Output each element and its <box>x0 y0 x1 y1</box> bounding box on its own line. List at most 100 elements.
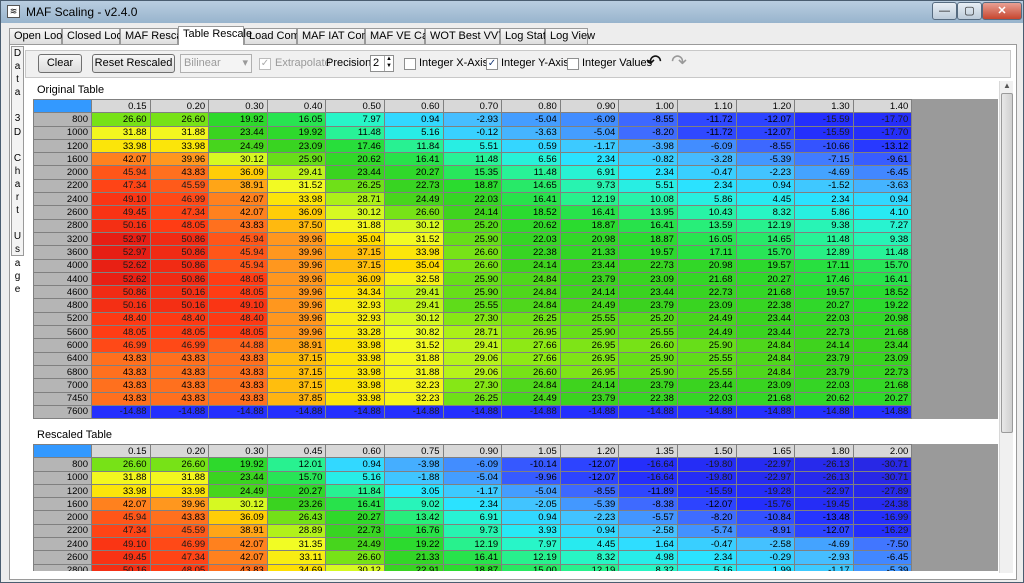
column-header[interactable]: 1.20 <box>559 443 620 459</box>
table-cell[interactable]: 26.60 <box>383 205 444 220</box>
table-cell[interactable]: 6.91 <box>559 165 620 180</box>
table-cell[interactable]: -10.14 <box>501 457 561 472</box>
table-cell[interactable]: 24.49 <box>383 192 444 207</box>
table-cell[interactable]: 22.73 <box>676 285 737 300</box>
table-cell[interactable]: 2.34 <box>676 550 737 565</box>
table-cell[interactable]: 9.02 <box>383 497 444 512</box>
table-cell[interactable]: 23.09 <box>266 138 327 154</box>
table-cell[interactable]: 22.03 <box>442 192 503 207</box>
tab-maf-ve-calc[interactable]: MAF VE Calc <box>365 28 436 44</box>
table-cell[interactable]: 26.25 <box>442 391 503 406</box>
table-cell[interactable]: 43.83 <box>208 218 268 233</box>
table-cell[interactable]: -12.07 <box>559 470 620 485</box>
table-cell[interactable]: 20.27 <box>325 510 385 525</box>
table-cell[interactable]: 24.84 <box>735 364 796 380</box>
table-cell[interactable]: 4.98 <box>618 550 678 565</box>
table-cell[interactable]: 24.14 <box>794 338 854 353</box>
column-header[interactable]: 0.30 <box>208 443 268 459</box>
table-cell[interactable]: 48.05 <box>208 271 268 287</box>
table-cell[interactable]: 17.46 <box>794 271 854 287</box>
table-cell[interactable]: 8.32 <box>559 550 620 565</box>
table-cell[interactable]: -30.71 <box>852 457 913 472</box>
redo-icon[interactable]: ↷ <box>671 53 687 73</box>
minimize-button[interactable]: — <box>932 2 957 20</box>
column-header[interactable]: 0.50 <box>325 98 385 114</box>
table-cell[interactable]: 24.14 <box>559 285 620 300</box>
row-header[interactable]: 2800 <box>33 563 92 571</box>
table-cell[interactable]: 32.23 <box>383 391 444 406</box>
table-cell[interactable]: 33.98 <box>325 378 385 393</box>
table-cell[interactable]: 46.99 <box>149 192 210 207</box>
table-cell[interactable]: -3.98 <box>383 457 444 472</box>
table-cell[interactable]: 43.83 <box>149 165 210 180</box>
table-cell[interactable]: 49.45 <box>91 205 151 220</box>
table-cell[interactable]: 26.95 <box>501 325 561 340</box>
row-header[interactable]: 2200 <box>33 523 92 539</box>
table-cell[interactable]: 23.44 <box>208 125 268 140</box>
row-header[interactable]: 5600 <box>33 325 92 340</box>
table-cell[interactable]: 26.60 <box>501 364 561 380</box>
table-cell[interactable]: 52.97 <box>91 245 151 260</box>
table-cell[interactable]: 12.19 <box>442 537 503 552</box>
table-cell[interactable]: 27.66 <box>501 338 561 353</box>
table-cell[interactable]: 25.55 <box>618 325 678 340</box>
table-cell[interactable]: -15.59 <box>794 112 854 127</box>
table-cell[interactable]: 52.62 <box>91 258 151 273</box>
table-cell[interactable]: 22.73 <box>618 258 678 273</box>
column-header[interactable]: 0.90 <box>442 443 503 459</box>
table-cell[interactable]: 43.83 <box>91 378 151 393</box>
table-cell[interactable]: -14.88 <box>149 404 210 420</box>
table-cell[interactable]: 43.83 <box>208 391 268 406</box>
table-cell[interactable]: 47.34 <box>149 205 210 220</box>
table-cell[interactable]: 48.05 <box>208 325 268 340</box>
table-cell[interactable]: -5.04 <box>501 112 561 127</box>
table-cell[interactable]: 8.32 <box>735 205 796 220</box>
table-cell[interactable]: -0.12 <box>442 125 503 140</box>
table-cell[interactable]: 43.83 <box>208 378 268 393</box>
table-cell[interactable]: -19.80 <box>676 457 737 472</box>
table-cell[interactable]: 23.09 <box>676 298 737 313</box>
table-cell[interactable]: -16.29 <box>852 523 913 539</box>
table-cell[interactable]: 20.62 <box>501 218 561 233</box>
table-cell[interactable]: -8.20 <box>618 125 678 140</box>
table-cell[interactable]: 26.95 <box>559 351 620 366</box>
table-cell[interactable]: 37.50 <box>266 218 327 233</box>
table-cell[interactable]: 24.49 <box>676 311 737 327</box>
table-cell[interactable]: 21.68 <box>735 391 796 406</box>
table-cell[interactable]: -10.84 <box>735 510 796 525</box>
table-cell[interactable]: 13.42 <box>383 510 444 525</box>
reset-rescaled-button[interactable]: Reset Rescaled <box>92 54 175 73</box>
tab-maf-rescale[interactable]: MAF Rescale <box>120 28 191 44</box>
table-cell[interactable]: 37.85 <box>266 391 327 406</box>
table-cell[interactable]: 17.11 <box>676 245 737 260</box>
table-cell[interactable]: 24.49 <box>325 537 385 552</box>
table-cell[interactable]: 10.43 <box>676 205 737 220</box>
table-cell[interactable]: 26.25 <box>501 311 561 327</box>
table-cell[interactable]: 24.84 <box>501 285 561 300</box>
scrollbar-thumb[interactable] <box>1001 93 1013 433</box>
table-cell[interactable]: 50.16 <box>91 218 151 233</box>
table-cell[interactable]: 20.27 <box>852 391 913 406</box>
row-header[interactable]: 6000 <box>33 338 92 353</box>
table-cell[interactable]: 22.73 <box>852 364 913 380</box>
table-cell[interactable]: 23.79 <box>559 391 620 406</box>
table-cell[interactable]: 39.96 <box>266 271 327 287</box>
table-cell[interactable]: 33.98 <box>325 338 385 353</box>
table-cell[interactable]: 33.98 <box>325 351 385 366</box>
table-cell[interactable]: 15.70 <box>852 258 913 273</box>
table-cell[interactable]: -14.88 <box>442 404 503 420</box>
table-cell[interactable]: 39.96 <box>149 152 210 167</box>
table-cell[interactable]: 28.71 <box>442 325 503 340</box>
column-header[interactable]: 0.15 <box>91 443 151 459</box>
table-cell[interactable]: 0.94 <box>383 112 444 127</box>
table-cell[interactable]: 32.93 <box>325 298 385 313</box>
row-header[interactable]: 6800 <box>33 364 92 380</box>
table-cell[interactable]: 22.03 <box>794 378 854 393</box>
table-cell[interactable]: 37.15 <box>325 245 385 260</box>
table-cell[interactable]: 43.83 <box>149 364 210 380</box>
table-cell[interactable]: -11.72 <box>676 112 737 127</box>
table-cell[interactable]: 22.03 <box>794 311 854 327</box>
table-cell[interactable]: -19.80 <box>676 470 737 485</box>
table-cell[interactable]: 21.68 <box>852 325 913 340</box>
table-cell[interactable]: 33.98 <box>383 245 444 260</box>
